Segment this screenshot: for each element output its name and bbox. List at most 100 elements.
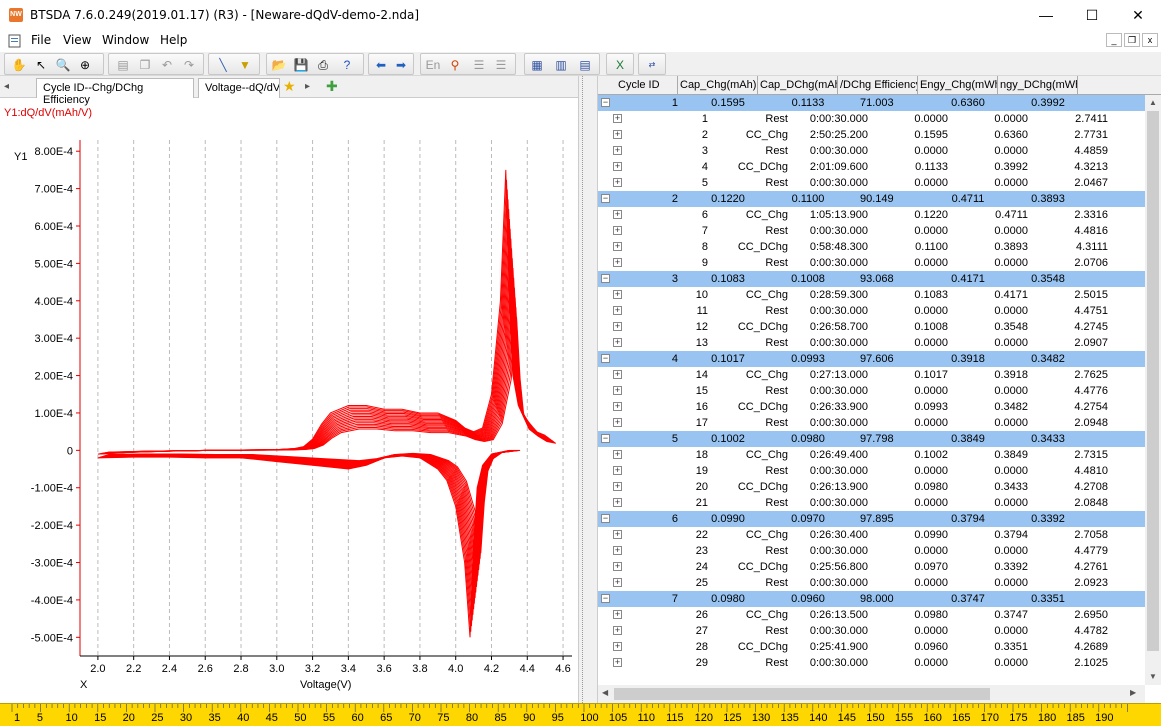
tab-scroll-left-icon[interactable]: ◂ <box>4 81 9 92</box>
step-row[interactable]: +21 Rest 0:00:30.000 0.0000 0.0000 2.0848 <box>598 495 1145 511</box>
add-tab-icon[interactable]: ✚ <box>326 78 338 95</box>
step-row[interactable]: +29 Rest 0:00:30.000 0.0000 0.0000 2.1025 <box>598 655 1145 671</box>
undo-icon[interactable]: ↶ <box>159 57 175 73</box>
vertical-scroll-thumb[interactable] <box>1147 111 1159 651</box>
step-row[interactable]: +1 Rest 0:00:30.000 0.0000 0.0000 2.7411 <box>598 111 1145 127</box>
expand-icon[interactable]: + <box>613 578 622 587</box>
pointer-icon[interactable]: ↖ <box>33 57 49 73</box>
expand-icon[interactable]: + <box>613 114 622 123</box>
expand-icon[interactable]: + <box>613 162 622 171</box>
line-tool-icon[interactable]: ╲ <box>215 57 231 73</box>
step-row[interactable]: +2 CC_Chg 2:50:25.200 0.1595 0.6360 2.7731 <box>598 127 1145 143</box>
step-row[interactable]: +3 Rest 0:00:30.000 0.0000 0.0000 4.4859 <box>598 143 1145 159</box>
expand-icon[interactable]: + <box>613 130 622 139</box>
step-row[interactable]: +28 CC_DChg 0:25:41.900 0.0960 0.3351 4.2689 <box>598 639 1145 655</box>
cycle-row[interactable]: − 2 0.1220 0.1100 90.149 0.4711 0.3893 <box>598 191 1145 207</box>
column-header-cycle-id[interactable]: Cycle ID <box>598 76 678 95</box>
cycle-row[interactable]: − 7 0.0980 0.0960 98.000 0.3747 0.3351 <box>598 591 1145 607</box>
list-a-icon[interactable]: ☰ <box>471 57 487 73</box>
step-row[interactable]: +18 CC_Chg 0:26:49.400 0.1002 0.3849 2.7315 <box>598 447 1145 463</box>
expand-icon[interactable]: + <box>613 626 622 635</box>
menu-view[interactable]: View <box>63 33 91 47</box>
scroll-down-icon[interactable]: ▼ <box>1149 672 1157 681</box>
cycle-row[interactable]: − 4 0.1017 0.0993 97.606 0.3918 0.3482 <box>598 351 1145 367</box>
scroll-right-icon[interactable]: ▶ <box>1130 688 1136 697</box>
column-header-cap-chg[interactable]: Cap_Chg(mAh) <box>678 76 758 95</box>
horizontal-scrollbar[interactable]: ◀ ▶ <box>598 685 1145 703</box>
step-row[interactable]: +5 Rest 0:00:30.000 0.0000 0.0000 2.0467 <box>598 175 1145 191</box>
step-row[interactable]: +13 Rest 0:00:30.000 0.0000 0.0000 2.0907 <box>598 335 1145 351</box>
open-folder-icon[interactable]: 📂 <box>271 57 287 73</box>
step-row[interactable]: +6 CC_Chg 1:05:13.900 0.1220 0.4711 2.3316 <box>598 207 1145 223</box>
expand-icon[interactable]: + <box>613 658 622 667</box>
redo-icon[interactable]: ↷ <box>181 57 197 73</box>
step-row[interactable]: +14 CC_Chg 0:27:13.000 0.1017 0.3918 2.7625 <box>598 367 1145 383</box>
collapse-icon[interactable]: − <box>601 514 610 523</box>
expand-icon[interactable]: + <box>613 306 622 315</box>
zoom-icon[interactable]: ⊕ <box>77 57 93 73</box>
expand-icon[interactable]: + <box>613 322 622 331</box>
expand-icon[interactable]: + <box>613 562 622 571</box>
menu-file[interactable]: File <box>31 33 51 47</box>
column-header-efficiency[interactable]: /DChg Efficiency <box>838 76 918 95</box>
collapse-icon[interactable]: − <box>601 194 610 203</box>
expand-icon[interactable]: + <box>613 642 622 651</box>
step-row[interactable]: +24 CC_DChg 0:25:56.800 0.0970 0.3392 4.2761 <box>598 559 1145 575</box>
grid-view-icon[interactable]: ▦ <box>529 57 545 73</box>
expand-icon[interactable]: + <box>613 178 622 187</box>
step-row[interactable]: +9 Rest 0:00:30.000 0.0000 0.0000 2.0706 <box>598 255 1145 271</box>
table-view-icon[interactable]: ▤ <box>115 57 131 73</box>
step-row[interactable]: +10 CC_Chg 0:28:59.300 0.1083 0.4171 2.5015 <box>598 287 1145 303</box>
dqdv-chart[interactable]: Y1:dQ/dV(mAh/V) Y1 X Voltage(V) 8.00E-4 7… <box>0 100 578 703</box>
collapse-icon[interactable]: − <box>601 274 610 283</box>
expand-icon[interactable]: + <box>613 338 622 347</box>
cycle-ruler[interactable]: 1 5 10 15 20 25 30 35 40 45 50 55 60 65 70 75 80 85 90 95 10… <box>0 703 1161 726</box>
favorite-star-icon[interactable]: ★ <box>283 78 296 95</box>
pan-hand-icon[interactable]: ✋ <box>11 57 27 73</box>
list-b-icon[interactable]: ☰ <box>493 57 509 73</box>
maximize-button[interactable]: ☐ <box>1069 0 1115 30</box>
save-icon[interactable]: 💾 <box>293 57 309 73</box>
splitter-grip[interactable] <box>582 76 585 703</box>
scroll-left-icon[interactable]: ◀ <box>602 688 608 697</box>
expand-icon[interactable]: + <box>613 418 622 427</box>
step-row[interactable]: +25 Rest 0:00:30.000 0.0000 0.0000 2.0923 <box>598 575 1145 591</box>
collapse-icon[interactable]: − <box>601 98 610 107</box>
filter-icon[interactable]: ▼ <box>237 57 253 73</box>
zoom-region-icon[interactable]: 🔍 <box>55 57 71 73</box>
step-row[interactable]: +22 CC_Chg 0:26:30.400 0.0990 0.3794 2.7058 <box>598 527 1145 543</box>
collapse-icon[interactable]: − <box>601 434 610 443</box>
expand-icon[interactable]: + <box>613 610 622 619</box>
cycle-row[interactable]: − 6 0.0990 0.0970 97.895 0.3794 0.3392 <box>598 511 1145 527</box>
close-button[interactable]: ✕ <box>1115 0 1161 30</box>
expand-icon[interactable]: + <box>613 450 622 459</box>
tab-cycle-efficiency[interactable]: Cycle ID--Chg/DChg Efficiency <box>36 78 194 106</box>
cycle-row[interactable]: − 1 0.1595 0.1133 71.003 0.6360 0.3992 <box>598 95 1145 111</box>
column-header-engy-chg[interactable]: Engy_Chg(mWh) <box>918 76 998 95</box>
cycle-row[interactable]: − 3 0.1083 0.1008 93.068 0.4171 0.3548 <box>598 271 1145 287</box>
expand-icon[interactable]: + <box>613 402 622 411</box>
column-header-engy-dchg[interactable]: ngy_DChg(mWh <box>998 76 1078 95</box>
menu-window[interactable]: Window <box>102 33 149 47</box>
expand-icon[interactable]: + <box>613 290 622 299</box>
expand-icon[interactable]: + <box>613 146 622 155</box>
mdi-close-button[interactable]: x <box>1142 33 1158 47</box>
expand-icon[interactable]: + <box>613 482 622 491</box>
expand-icon[interactable]: + <box>613 242 622 251</box>
expand-icon[interactable]: + <box>613 258 622 267</box>
forward-arrow-icon[interactable]: ➡ <box>393 57 409 73</box>
mdi-minimize-button[interactable]: _ <box>1106 33 1122 47</box>
scroll-up-icon[interactable]: ▲ <box>1149 98 1157 107</box>
vertical-scrollbar[interactable]: ▲ ▼ <box>1145 95 1161 685</box>
cycle-row[interactable]: − 5 0.1002 0.0980 97.798 0.3849 0.3433 <box>598 431 1145 447</box>
tab-scroll-right-icon[interactable]: ▸ <box>305 81 310 92</box>
marker-icon[interactable]: ⚲ <box>447 57 463 73</box>
column-header-cap-dchg[interactable]: Cap_DChg(mAh) <box>758 76 838 95</box>
expand-icon[interactable]: + <box>613 386 622 395</box>
step-row[interactable]: +4 CC_DChg 2:01:09.600 0.1133 0.3992 4.3213 <box>598 159 1145 175</box>
print-icon[interactable]: ⎙ <box>315 57 331 73</box>
expand-icon[interactable]: + <box>613 530 622 539</box>
collapse-icon[interactable]: − <box>601 354 610 363</box>
step-row[interactable]: +16 CC_DChg 0:26:33.900 0.0993 0.3482 4.2754 <box>598 399 1145 415</box>
collapse-icon[interactable]: − <box>601 594 610 603</box>
